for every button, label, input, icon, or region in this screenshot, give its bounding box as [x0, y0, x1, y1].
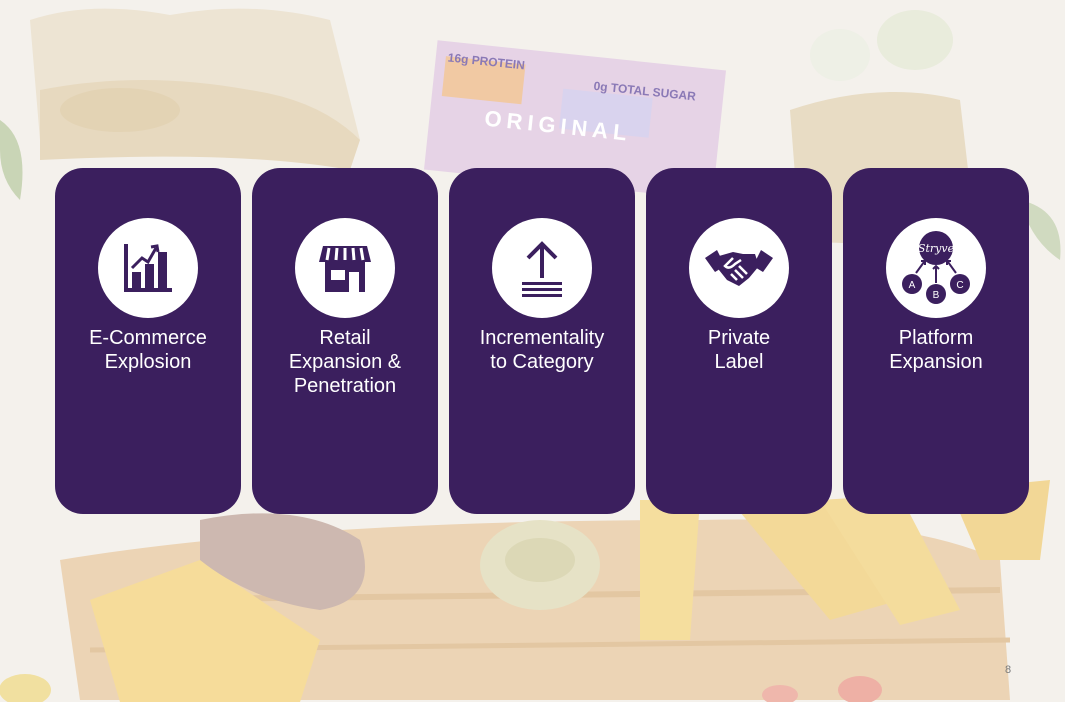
storefront-icon: [295, 218, 395, 318]
node-a-label: A: [909, 280, 916, 291]
card-label: Platform Expansion: [889, 327, 983, 373]
card-label: Private Label: [707, 327, 771, 373]
card-platform-expansion: Stryve A B C Platform Expansion: [843, 168, 1029, 514]
card-incrementality: Incrementality to Category: [449, 168, 635, 514]
card-label: E-Commerce Explosion: [89, 327, 207, 373]
upload-arrow-icon: [492, 218, 592, 318]
stryve-logo-text: Stryve: [918, 242, 955, 255]
card-e-commerce-explosion: E-Commerce Explosion: [55, 168, 241, 514]
growth-chart-icon: [98, 218, 198, 318]
platform-network-icon: Stryve A B C: [886, 218, 986, 318]
slide: 16g PROTEIN 0g TOTAL SUGAR ORIGINAL E-Co…: [0, 0, 1065, 702]
card-label: Incrementality to Category: [479, 327, 605, 373]
card-label: Retail Expansion & Penetration: [288, 327, 402, 397]
handshake-icon: [689, 218, 789, 318]
card-private-label: Private Label: [646, 168, 832, 514]
node-b-label: B: [933, 290, 940, 301]
node-c-label: C: [956, 280, 963, 291]
card-retail-expansion: Retail Expansion & Penetration: [252, 168, 438, 514]
page-number: 8: [1005, 664, 1012, 676]
